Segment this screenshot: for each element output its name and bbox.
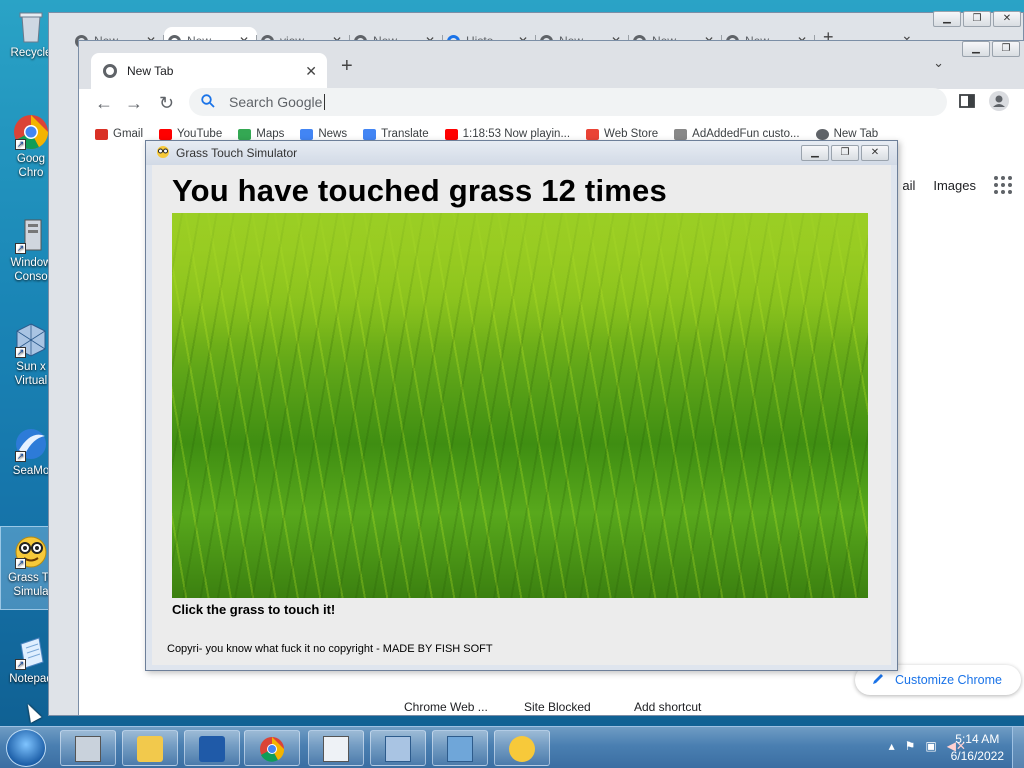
shortcut-arrow-icon: ↗ <box>15 243 26 254</box>
shortcut-arrow-icon: ↗ <box>15 139 26 150</box>
nerd-face-icon: ↗ <box>13 533 49 569</box>
pencil-icon <box>871 672 885 689</box>
omnibox[interactable]: Search Google <box>189 88 947 116</box>
document-icon <box>323 736 349 762</box>
tab-new-tab[interactable]: New Tab ✕ <box>91 53 327 89</box>
shortcut-arrow-icon: ↗ <box>15 347 26 358</box>
close-tab-icon[interactable]: ✕ <box>305 63 317 80</box>
chrome-tab-icon <box>103 64 117 78</box>
computer-icon: ↗ <box>13 218 49 254</box>
side-panel-icon[interactable] <box>959 93 975 112</box>
search-placeholder: Search Google <box>229 94 323 110</box>
window-controls: ▁ ❐ ✕ <box>933 11 1021 27</box>
grass-image[interactable] <box>172 213 868 598</box>
start-button[interactable] <box>6 729 46 767</box>
virtualbox-icon <box>385 736 411 762</box>
taskbar-button-file-explorer[interactable] <box>122 730 178 766</box>
gmail-link[interactable]: ail <box>902 178 915 193</box>
taskbar: ▴ ⚑ ▣ ◀✕ 5:14 AM 6/16/2022 <box>0 726 1024 768</box>
virtualbox-icon: ↗ <box>13 322 49 358</box>
touch-counter: You have touched grass 12 times <box>172 173 667 208</box>
folder-icon <box>137 736 163 762</box>
window-controls: ▁ ❐ ✕ <box>801 145 889 161</box>
new-tab-button[interactable]: + <box>341 55 353 78</box>
shortcut-arrow-icon: ↗ <box>15 659 26 670</box>
globe-icon <box>815 128 829 140</box>
maximize-button[interactable]: ❐ <box>992 41 1020 57</box>
shortcut-arrow-icon: ↗ <box>15 558 26 569</box>
maximize-button[interactable]: ❐ <box>831 145 859 161</box>
chrome-icon <box>259 736 285 762</box>
bookmark-icon <box>674 128 688 140</box>
youtube-icon <box>159 128 173 140</box>
bookmark-gmail[interactable]: Gmail <box>95 125 143 143</box>
notepad-icon: ↗ <box>13 634 49 670</box>
seamonkey-icon: ↗ <box>13 426 49 462</box>
copyright-text: Copyri- you know what fuck it no copyrig… <box>167 643 493 655</box>
shortcut-site-blocked[interactable]: Site Blocked <box>524 700 591 714</box>
back-arrow-icon[interactable]: ← <box>95 93 113 114</box>
minimize-button[interactable]: ▁ <box>933 11 961 27</box>
show-desktop-button[interactable] <box>1012 727 1024 768</box>
taskbar-button-explorer-app[interactable] <box>60 730 116 766</box>
tab-title: New Tab <box>127 64 174 78</box>
youtube-icon <box>444 128 458 140</box>
shortcut-arrow-icon: ↗ <box>15 451 26 462</box>
flag-icon[interactable]: ⚑ <box>905 739 916 753</box>
computer-icon <box>75 736 101 762</box>
maps-icon <box>238 128 252 140</box>
network-icon[interactable]: ▣ <box>925 739 936 753</box>
powershell-icon <box>199 736 225 762</box>
google-apps-icon[interactable] <box>994 176 1012 194</box>
nerd-face-icon <box>509 736 535 762</box>
search-icon <box>201 93 215 111</box>
minimize-button[interactable]: ▁ <box>962 41 990 57</box>
window-controls: ▁ ❐ <box>962 41 1020 57</box>
gmail-icon <box>95 128 108 140</box>
window-title: Grass Touch Simulator <box>176 146 298 160</box>
images-link[interactable]: Images <box>933 178 976 193</box>
reload-icon[interactable]: ↻ <box>159 93 174 114</box>
web-store-icon <box>586 128 600 140</box>
show-hidden-icons-icon[interactable]: ▴ <box>889 739 895 753</box>
chrome-icon: ↗ <box>13 114 49 150</box>
taskbar-button-powershell[interactable] <box>184 730 240 766</box>
clock[interactable]: 5:14 AM 6/16/2022 <box>951 731 1004 765</box>
taskbar-button-virtualbox[interactable] <box>370 730 426 766</box>
title-bar[interactable]: Grass Touch Simulator <box>146 141 897 165</box>
shortcut-chrome-web-store[interactable]: Chrome Web ... <box>404 700 488 714</box>
forward-arrow-icon[interactable]: → <box>125 93 143 114</box>
close-button[interactable]: ✕ <box>861 145 889 161</box>
text-caret <box>324 94 326 110</box>
clock-date: 6/16/2022 <box>950 749 1004 763</box>
control-panel-icon <box>447 736 473 762</box>
grass-simulator-window[interactable]: Grass Touch Simulator ▁ ❐ ✕ You have tou… <box>145 140 898 671</box>
mouse-cursor-icon <box>22 701 42 723</box>
nerd-face-icon <box>156 145 170 162</box>
maximize-button[interactable]: ❐ <box>963 11 991 27</box>
taskbar-button-control-panel[interactable] <box>432 730 488 766</box>
taskbar-button-documents[interactable] <box>308 730 364 766</box>
instruction-text: Click the grass to touch it! <box>172 602 336 617</box>
taskbar-button-grass-simulator[interactable] <box>494 730 550 766</box>
taskbar-button-chrome[interactable] <box>244 730 300 766</box>
app-body: You have touched grass 12 times Click th… <box>152 165 891 665</box>
minimize-button[interactable]: ▁ <box>801 145 829 161</box>
recycle-bin-icon <box>13 8 49 44</box>
news-icon <box>300 128 314 140</box>
clock-time: 5:14 AM <box>955 732 1000 746</box>
grass-background-blur <box>172 213 868 344</box>
translate-icon <box>363 128 377 140</box>
profile-avatar-icon[interactable] <box>989 91 1009 114</box>
tab-search-icon[interactable]: ⌄ <box>933 55 944 71</box>
close-button[interactable]: ✕ <box>993 11 1021 27</box>
shortcut-add[interactable]: Add shortcut <box>634 700 701 714</box>
google-top-links: ail Images <box>902 176 1012 194</box>
